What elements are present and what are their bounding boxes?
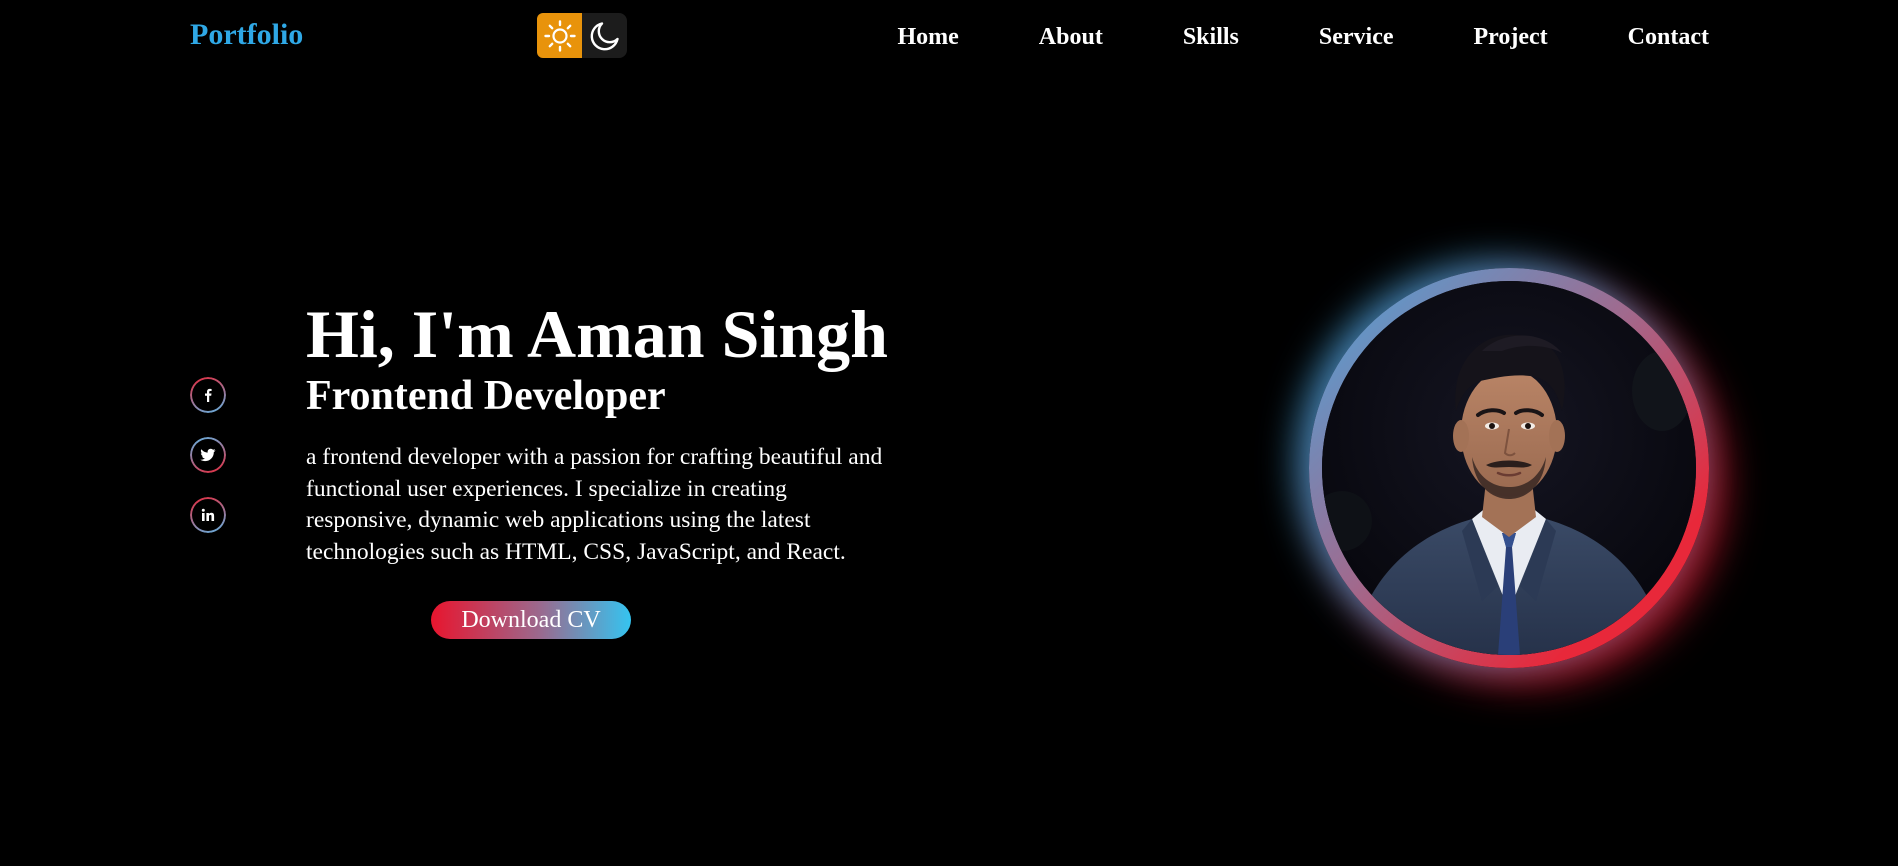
nav-home[interactable]: Home	[897, 22, 958, 52]
page: Portfolio Home About Skills Service Proj…	[0, 0, 1898, 866]
nav-contact[interactable]: Contact	[1628, 22, 1709, 52]
hero-subtitle: Frontend Developer	[306, 373, 666, 419]
main-nav: Home About Skills Service Project Contac…	[897, 22, 1709, 52]
profile-image-ring	[1309, 268, 1709, 668]
twitter-icon	[200, 448, 216, 462]
facebook-icon	[205, 388, 212, 402]
hero-description: a frontend developer with a passion for …	[306, 444, 883, 565]
hero-title: Hi, I'm Aman Singh	[306, 296, 888, 372]
twitter-link[interactable]	[190, 437, 226, 473]
moon-icon	[590, 21, 619, 50]
facebook-link[interactable]	[190, 377, 226, 413]
theme-toggle[interactable]	[537, 13, 627, 58]
dark-mode-button[interactable]	[582, 13, 627, 58]
profile-portrait	[1322, 281, 1696, 655]
nav-skills[interactable]: Skills	[1183, 22, 1239, 52]
linkedin-link[interactable]	[190, 497, 226, 533]
sun-icon	[543, 19, 576, 52]
social-links	[190, 377, 226, 533]
nav-about[interactable]: About	[1039, 22, 1103, 52]
hero-section: Hi, I'm Aman Singh Frontend Developer a …	[306, 296, 906, 568]
brand-logo[interactable]: Portfolio	[190, 18, 303, 52]
linkedin-icon	[201, 508, 215, 521]
light-mode-button[interactable]	[537, 13, 582, 58]
profile-photo	[1322, 281, 1696, 655]
nav-project[interactable]: Project	[1474, 22, 1548, 52]
download-cv-button[interactable]: Download CV	[431, 601, 631, 639]
nav-service[interactable]: Service	[1319, 22, 1394, 52]
